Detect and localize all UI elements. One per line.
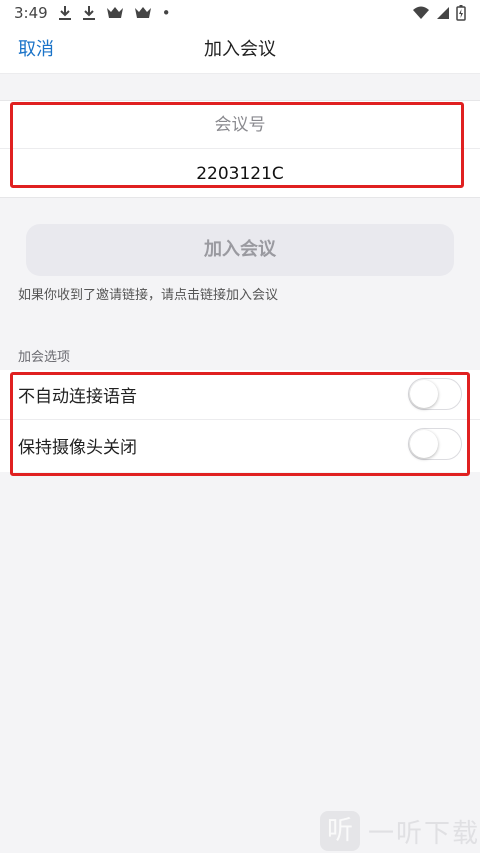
watermark-text: 一听下载: [368, 818, 480, 849]
toggle-camera-off[interactable]: [408, 428, 462, 460]
download-icon: [82, 6, 95, 20]
watermark-logo-icon: 听: [320, 811, 360, 851]
nav-bar: 取消 加入会议: [0, 26, 480, 74]
signal-icon: [437, 7, 449, 19]
battery-icon: [456, 5, 466, 21]
invite-link-hint: 如果你收到了邀请链接，请点击链接加入会议: [18, 288, 279, 303]
cancel-button[interactable]: 取消: [18, 26, 54, 74]
watermark: 听 一听下载: [320, 810, 480, 852]
option-row-camera-off: 保持摄像头关闭: [0, 420, 480, 470]
status-time: 3:49: [14, 4, 48, 22]
page-title: 加入会议: [204, 39, 276, 60]
option-label-no-audio: 不自动连接语音: [18, 387, 137, 407]
join-meeting-button[interactable]: 加入会议: [26, 224, 454, 276]
options-section-title: 加会选项: [18, 350, 71, 365]
toggle-knob: [410, 380, 438, 408]
option-label-camera-off: 保持摄像头关闭: [18, 437, 137, 458]
download-icon: [58, 6, 71, 20]
meeting-number-label: 会议号: [0, 101, 480, 149]
meeting-input-card: 会议号: [0, 100, 480, 198]
toggle-knob: [410, 430, 438, 458]
status-bar: 3:49 •: [0, 0, 480, 26]
option-row-no-audio: 不自动连接语音: [0, 370, 480, 420]
app-notification-icon: [134, 7, 151, 18]
status-right: [412, 5, 466, 21]
status-left: 3:49 •: [14, 4, 171, 22]
toggle-no-audio[interactable]: [408, 378, 462, 410]
app-notification-icon: [106, 7, 123, 18]
options-card: 不自动连接语音 保持摄像头关闭: [0, 370, 480, 472]
status-dot: •: [161, 4, 171, 22]
meeting-number-input[interactable]: [0, 150, 480, 198]
wifi-icon: [413, 6, 429, 19]
